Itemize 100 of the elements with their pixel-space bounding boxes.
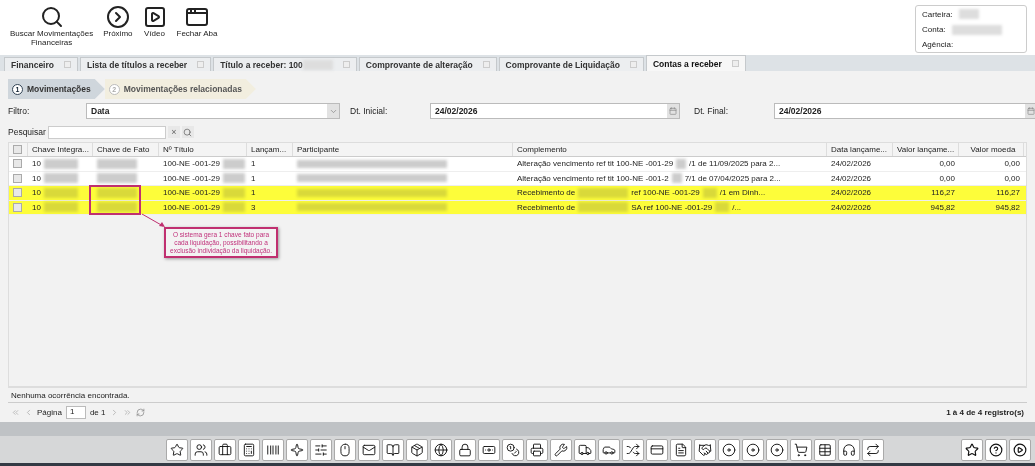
select-all-checkbox[interactable]	[13, 145, 22, 154]
tab[interactable]: Contas a receber	[645, 55, 746, 71]
page-field[interactable]: 1	[65, 406, 86, 419]
column-header[interactable]: Valor moeda	[959, 143, 1024, 156]
redaction-blur	[97, 187, 137, 198]
tab[interactable]: Financeiro	[4, 57, 78, 71]
redaction-blur	[671, 173, 682, 184]
redaction-blur	[43, 187, 78, 198]
people-icon	[194, 442, 208, 457]
column-header[interactable]: Participante	[293, 143, 513, 156]
dock-button[interactable]	[382, 438, 404, 461]
table-cell: Alteração vencimento ref tit 100-NE -001-2	[517, 173, 669, 183]
row-checkbox[interactable]	[13, 173, 22, 183]
table-cell: 24/02/2026	[831, 159, 872, 169]
dock-button[interactable]	[166, 438, 188, 461]
dock-button[interactable]	[961, 438, 983, 461]
clear-button[interactable]: ×	[167, 126, 180, 138]
dock-button[interactable]	[214, 438, 236, 461]
repeat-icon	[866, 442, 880, 457]
handshake-icon	[698, 442, 712, 457]
dock-button[interactable]	[814, 438, 836, 461]
table-cell: 3	[251, 202, 256, 212]
dock-button[interactable]	[358, 438, 380, 461]
search-icon	[183, 127, 193, 137]
dock-button[interactable]	[238, 438, 260, 461]
column-header[interactable]: Nº Título	[159, 143, 247, 156]
row-checkbox[interactable]	[13, 159, 22, 169]
toolbar-button[interactable]: Buscar Movimentações Financeiras	[8, 5, 96, 48]
start-date-label: Dt. Inicial:	[350, 106, 389, 116]
table-cell: Recebimento de	[517, 188, 576, 198]
dock-button[interactable]	[670, 438, 692, 461]
dock-button[interactable]	[838, 438, 860, 461]
shuffle-icon	[626, 442, 640, 457]
box-icon	[410, 442, 424, 457]
tab[interactable]: Lista de títulos a receber	[80, 57, 212, 71]
dock-button[interactable]	[598, 438, 620, 461]
column-header[interactable]: Data lançame...	[827, 143, 893, 156]
tab[interactable]: Título a receber: 100	[213, 57, 357, 71]
table-cell: Alteração vencimento ref tit 100-NE -001-29	[517, 159, 674, 169]
dock-button[interactable]	[574, 438, 596, 461]
column-header[interactable]: Lançam...	[247, 143, 293, 156]
dock-button[interactable]	[430, 438, 452, 461]
redaction-blur	[302, 59, 333, 70]
dock-button[interactable]	[502, 438, 524, 461]
dock-button[interactable]	[406, 438, 428, 461]
filter-dropdown[interactable]: Data	[86, 103, 340, 119]
search-field[interactable]	[47, 125, 166, 139]
dock-button[interactable]	[790, 438, 812, 461]
dock-button[interactable]	[190, 438, 212, 461]
column-header[interactable]: Valor lançame...	[893, 143, 959, 156]
table-cell: 24/02/2026	[831, 173, 872, 183]
search-button[interactable]	[181, 126, 194, 138]
dock-button[interactable]	[862, 438, 884, 461]
dock-button[interactable]	[454, 438, 476, 461]
redaction-blur	[222, 187, 245, 198]
tab[interactable]: Comprovante de Liquidação	[498, 57, 644, 71]
column-header[interactable]: Complemento	[513, 143, 827, 156]
search-icon	[39, 5, 64, 29]
table-cell: 100-NE -001-29	[163, 202, 220, 212]
toolbar-button[interactable]: Fechar Aba	[174, 5, 220, 39]
play-button[interactable]	[1009, 438, 1031, 461]
table-row[interactable]: 10 100-NE -001-29 1 Recebimento de ref 100-NE -001-29 /1 em Dinh... 24/02/2026 116,27 116,27	[9, 186, 1026, 201]
dock-button[interactable]	[550, 438, 572, 461]
record-summary: 1 à 4 de 4 registro(s)	[946, 408, 1024, 417]
dock-button[interactable]	[286, 438, 308, 461]
toolbar-button[interactable]: Próximo	[101, 5, 135, 39]
dock-button[interactable]	[694, 438, 716, 461]
table-cell: 100-NE -001-29	[163, 159, 220, 169]
help-button[interactable]	[985, 438, 1007, 461]
tab[interactable]: Comprovante de alteração	[358, 57, 497, 71]
dock-button[interactable]	[526, 438, 548, 461]
start-date-field[interactable]: 24/02/2026	[430, 103, 680, 119]
dock-button[interactable]	[742, 438, 764, 461]
status-message: Nenhuma ocorrência encontrada.	[8, 387, 1027, 402]
table-cell: 1	[251, 188, 256, 198]
dock-button[interactable]	[766, 438, 788, 461]
end-date-field[interactable]: 24/02/2026	[774, 103, 1035, 119]
star-icon	[965, 442, 979, 457]
toolbar-button[interactable]: Vídeo	[140, 5, 169, 39]
row-checkbox[interactable]	[13, 202, 22, 212]
redaction-blur	[97, 158, 137, 169]
dock-button[interactable]	[262, 438, 284, 461]
lock-icon	[458, 442, 472, 457]
dock-button[interactable]	[478, 438, 500, 461]
row-checkbox[interactable]	[13, 188, 22, 198]
dock-button[interactable]	[718, 438, 740, 461]
table-cell: 24/02/2026	[831, 202, 872, 212]
info-label: Carteira:	[922, 9, 953, 19]
table-cell: 10	[32, 188, 41, 198]
column-header[interactable]: Chave Integra...	[28, 143, 93, 156]
redaction-blur	[43, 158, 78, 169]
dock-button[interactable]	[622, 438, 644, 461]
play-icon	[1013, 442, 1027, 457]
table-cell: 100-NE -001-29	[163, 188, 220, 198]
column-header[interactable]: Chave de Fato	[93, 143, 159, 156]
disc-icon	[746, 442, 760, 457]
calculator-icon	[242, 442, 256, 457]
document-icon	[674, 442, 688, 457]
table-row[interactable]: 10 100-NE -001-29 1 Alteração vencimento ref tit 100-NE -001-29 /1 de 11/09/2025 para 2... 24/02/2026 0,00 0,00	[9, 157, 1026, 172]
table-cell: 10	[32, 173, 41, 183]
